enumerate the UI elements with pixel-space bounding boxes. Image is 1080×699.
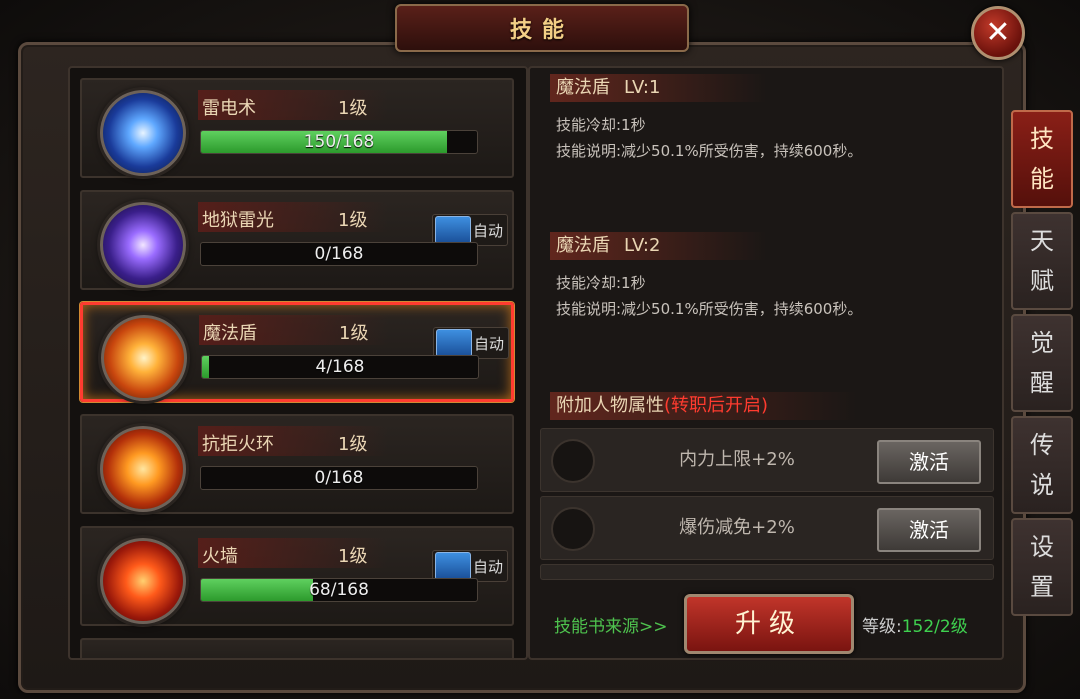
window-title-bar: 技能 xyxy=(395,4,689,52)
next-level-header: 魔法盾 LV:2 xyxy=(550,232,766,260)
cooldown-text: 技能冷却:1秒 xyxy=(556,274,646,292)
skill-row-fire-ring[interactable]: 抗拒火环 1级 0/168 xyxy=(80,414,514,514)
skill-level: 1级 xyxy=(338,434,368,455)
upgrade-button[interactable]: 升级 xyxy=(684,594,854,654)
auto-checkbox[interactable] xyxy=(436,329,472,357)
description-text: 技能说明:减少50.1%所受伤害，持续600秒。 xyxy=(556,300,863,318)
skill-level: 1级 xyxy=(338,98,368,119)
tab-label: 传说 xyxy=(1030,431,1054,499)
skill-detail-name: 魔法盾 xyxy=(556,235,610,256)
skill-row-magic-shield[interactable]: 魔法盾 1级 自动 4/168 xyxy=(80,302,514,402)
skill-list: 雷电术 1级 150/168 地狱雷光 1级 自动 0/168 魔法盾 1级 自… xyxy=(68,66,528,660)
skill-row-lightning[interactable]: 雷电术 1级 150/168 xyxy=(80,78,514,178)
activate-button[interactable]: 激活 xyxy=(877,440,981,484)
attribute-row: 内力上限+2% 激活 xyxy=(540,428,994,492)
grade-display: 等级:152/2级 xyxy=(862,612,968,637)
grade-value: 152/2级 xyxy=(901,617,968,637)
skill-name: 火墙 xyxy=(202,546,238,567)
auto-label: 自动 xyxy=(474,334,505,353)
game-screen: 技能 ✕ 雷电术 1级 150/168 地狱雷光 1级 自动 0/168 魔法盾… xyxy=(0,0,1080,699)
attribute-text: 内力上限+2% xyxy=(679,449,795,470)
progress-text: 4/168 xyxy=(315,357,365,377)
progress-text: 150/168 xyxy=(303,132,375,152)
current-level-header: 魔法盾 LV:1 xyxy=(550,74,766,102)
tab-skills[interactable]: 技能 xyxy=(1011,110,1073,208)
skill-progress-bar: 150/168 xyxy=(200,130,478,154)
skill-book-source-link[interactable]: 技能书来源>> xyxy=(554,612,668,637)
attribute-title-text: 附加人物属性 xyxy=(556,395,664,416)
skill-progress-bar: 68/168 xyxy=(200,578,478,602)
tab-awaken[interactable]: 觉醒 xyxy=(1011,314,1073,412)
progress-text: 68/168 xyxy=(309,580,369,600)
attribute-row: 爆伤减免+2% 激活 xyxy=(540,496,994,560)
skill-name: 雷电术 xyxy=(202,98,256,119)
hell-lightning-icon xyxy=(100,202,186,288)
progress-text: 0/168 xyxy=(314,244,364,264)
skill-name: 地狱雷光 xyxy=(202,210,274,231)
auto-checkbox[interactable] xyxy=(435,216,471,244)
fire-wall-icon xyxy=(100,538,186,624)
attribute-text: 爆伤减免+2% xyxy=(679,517,795,538)
skill-row-hell-lightning[interactable]: 地狱雷光 1级 自动 0/168 xyxy=(80,190,514,290)
skill-level: 1级 xyxy=(338,546,368,567)
attribute-circle-icon xyxy=(551,439,595,483)
auto-label: 自动 xyxy=(473,221,504,240)
skill-name: 魔法盾 xyxy=(203,323,257,344)
attribute-circle-icon xyxy=(551,507,595,551)
auto-checkbox[interactable] xyxy=(435,552,471,580)
skill-detail-panel: 魔法盾 LV:1 技能冷却:1秒 技能说明:减少50.1%所受伤害，持续600秒。… xyxy=(528,66,1004,660)
fire-ring-icon xyxy=(100,426,186,512)
skill-row-fire-wall[interactable]: 火墙 1级 自动 68/168 xyxy=(80,526,514,626)
skill-progress-bar: 0/168 xyxy=(200,466,478,490)
progress-text: 0/168 xyxy=(314,468,364,488)
tab-talent[interactable]: 天赋 xyxy=(1011,212,1073,310)
close-button[interactable]: ✕ xyxy=(971,6,1025,60)
skill-row-partial[interactable] xyxy=(80,638,514,658)
activate-button[interactable]: 激活 xyxy=(877,508,981,552)
window-title: 技能 xyxy=(509,17,574,43)
magic-shield-icon xyxy=(101,315,187,401)
skill-name: 抗拒火环 xyxy=(202,434,274,455)
tab-label: 觉醒 xyxy=(1030,329,1054,397)
close-icon: ✕ xyxy=(985,15,1011,50)
skill-detail-level: LV:1 xyxy=(624,77,661,98)
skill-level: 1级 xyxy=(339,323,369,344)
cooldown-text: 技能冷却:1秒 xyxy=(556,116,646,134)
lightning-icon xyxy=(100,90,186,176)
skill-progress-bar: 4/168 xyxy=(201,355,479,379)
attribute-title: 附加人物属性(转职后开启) xyxy=(550,392,856,420)
skill-progress-bar: 0/168 xyxy=(200,242,478,266)
attribute-row-partial xyxy=(540,564,994,580)
grade-label: 等级: xyxy=(862,617,902,637)
skill-detail-level: LV:2 xyxy=(624,235,661,256)
tab-label: 设置 xyxy=(1030,533,1054,601)
skill-detail-name: 魔法盾 xyxy=(556,77,610,98)
tab-label: 技能 xyxy=(1030,125,1054,193)
description-text: 技能说明:减少50.1%所受伤害，持续600秒。 xyxy=(556,142,863,160)
auto-label: 自动 xyxy=(473,557,504,576)
skill-level: 1级 xyxy=(338,210,368,231)
tab-settings[interactable]: 设置 xyxy=(1011,518,1073,616)
tab-legend[interactable]: 传说 xyxy=(1011,416,1073,514)
attribute-title-note: (转职后开启) xyxy=(664,395,769,416)
tab-label: 天赋 xyxy=(1030,227,1054,295)
